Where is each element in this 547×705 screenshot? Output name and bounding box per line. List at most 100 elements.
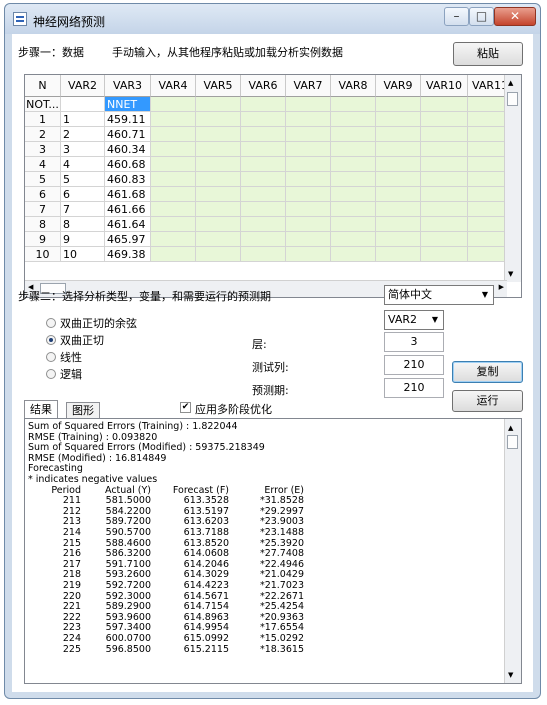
scroll-right-icon[interactable]: ▶ [499,283,504,291]
grid-cell[interactable] [151,202,196,217]
grid-cell[interactable] [196,112,241,127]
grid-cell[interactable] [376,97,421,112]
grid-cell[interactable]: 6 [25,187,61,202]
grid-cell[interactable] [421,142,468,157]
grid-cell[interactable] [286,157,331,172]
radio-tanh-cos[interactable] [46,318,56,328]
scroll-up-icon[interactable]: ▲ [508,79,513,87]
grid-cell[interactable] [331,127,376,142]
layers-input[interactable]: 3 [384,332,444,352]
column-header[interactable]: VAR10 [421,75,468,97]
column-header[interactable]: VAR2 [61,75,105,97]
column-header[interactable]: VAR8 [331,75,376,97]
grid-cell[interactable]: 8 [61,217,105,232]
grid-cell[interactable]: 461.68 [105,187,151,202]
close-button[interactable]: ✕ [494,7,536,26]
grid-cell[interactable]: NNET [105,97,151,112]
grid-cell[interactable] [151,187,196,202]
variable-select[interactable]: VAR2 ▼ [384,310,444,330]
grid-cell[interactable] [241,127,286,142]
grid-cell[interactable] [421,157,468,172]
grid-cell[interactable] [286,127,331,142]
title-bar[interactable]: 神经网络预测 – □ ✕ [5,4,540,34]
grid-cell[interactable]: 3 [25,142,61,157]
grid-cell[interactable]: 8 [25,217,61,232]
grid-cell[interactable] [286,187,331,202]
grid-cell[interactable] [331,97,376,112]
grid-cell[interactable] [151,142,196,157]
grid-cell[interactable] [331,232,376,247]
grid-cell[interactable] [421,217,468,232]
grid-cell[interactable]: 9 [61,232,105,247]
results-scrollbar[interactable]: ▲ ▼ [504,419,521,683]
grid-cell[interactable]: 461.64 [105,217,151,232]
grid-cell[interactable] [421,187,468,202]
grid-cell[interactable]: 4 [61,157,105,172]
grid-cell[interactable] [241,157,286,172]
grid-cell[interactable]: 460.83 [105,172,151,187]
grid-cell[interactable]: 10 [25,247,61,262]
column-header[interactable]: VAR9 [376,75,421,97]
grid-cell[interactable] [241,232,286,247]
grid-cell[interactable] [151,172,196,187]
grid-cell[interactable] [421,232,468,247]
grid-cell[interactable]: NOT... [25,97,61,112]
grid-cell[interactable]: 5 [25,172,61,187]
column-header[interactable]: N [25,75,61,97]
grid-cell[interactable]: 5 [61,172,105,187]
grid-cell[interactable] [151,97,196,112]
minimize-button[interactable]: – [444,7,469,26]
grid-cell[interactable] [241,202,286,217]
grid-cell[interactable] [286,172,331,187]
grid-cell[interactable] [196,157,241,172]
grid-cell[interactable] [421,247,468,262]
grid-cell[interactable] [61,97,105,112]
grid-cell[interactable] [331,172,376,187]
grid-cell[interactable] [241,247,286,262]
grid-cell[interactable] [196,142,241,157]
grid-vertical-scrollbar[interactable]: ▲ ▼ [504,75,521,282]
grid-cell[interactable] [421,127,468,142]
test-input[interactable]: 210 [384,355,444,375]
grid-cell[interactable]: 9 [25,232,61,247]
grid-cell[interactable] [331,247,376,262]
column-header[interactable]: VAR6 [241,75,286,97]
grid-cell[interactable] [376,217,421,232]
grid-cell[interactable]: 7 [25,202,61,217]
grid-cell[interactable] [151,157,196,172]
grid-cell[interactable] [196,217,241,232]
scroll-up-icon[interactable]: ▲ [508,423,513,434]
grid-cell[interactable] [196,202,241,217]
grid-cell[interactable] [286,202,331,217]
results-output[interactable]: Sum of Squared Errors (Training) : 1.822… [24,418,522,684]
grid-cell[interactable] [421,112,468,127]
grid-cell[interactable] [151,247,196,262]
grid-cell[interactable] [241,142,286,157]
grid-cell[interactable] [151,232,196,247]
optimize-checkbox[interactable]: ✔ [180,402,191,413]
run-button[interactable]: 运行 [452,390,523,412]
grid-cell[interactable] [376,127,421,142]
radio-tanh[interactable] [46,335,56,345]
grid-cell[interactable] [421,172,468,187]
grid-cell[interactable] [376,112,421,127]
radio-linear[interactable] [46,352,56,362]
radio-logistic[interactable] [46,369,56,379]
grid-cell[interactable] [196,232,241,247]
grid-cell[interactable] [151,217,196,232]
grid-cell[interactable] [241,217,286,232]
grid-cell[interactable] [241,187,286,202]
grid-cell[interactable]: 3 [61,142,105,157]
grid-cell[interactable]: 460.71 [105,127,151,142]
grid-cell[interactable] [196,97,241,112]
grid-cell[interactable] [331,187,376,202]
forecast-input[interactable]: 210 [384,378,444,398]
grid-cell[interactable] [241,112,286,127]
grid-cell[interactable] [331,202,376,217]
grid-vscroll-thumb[interactable] [507,92,518,106]
grid-cell[interactable]: 465.97 [105,232,151,247]
grid-cell[interactable] [286,232,331,247]
grid-cell[interactable]: 2 [61,127,105,142]
grid-cell[interactable] [196,172,241,187]
grid-cell[interactable]: 1 [25,112,61,127]
